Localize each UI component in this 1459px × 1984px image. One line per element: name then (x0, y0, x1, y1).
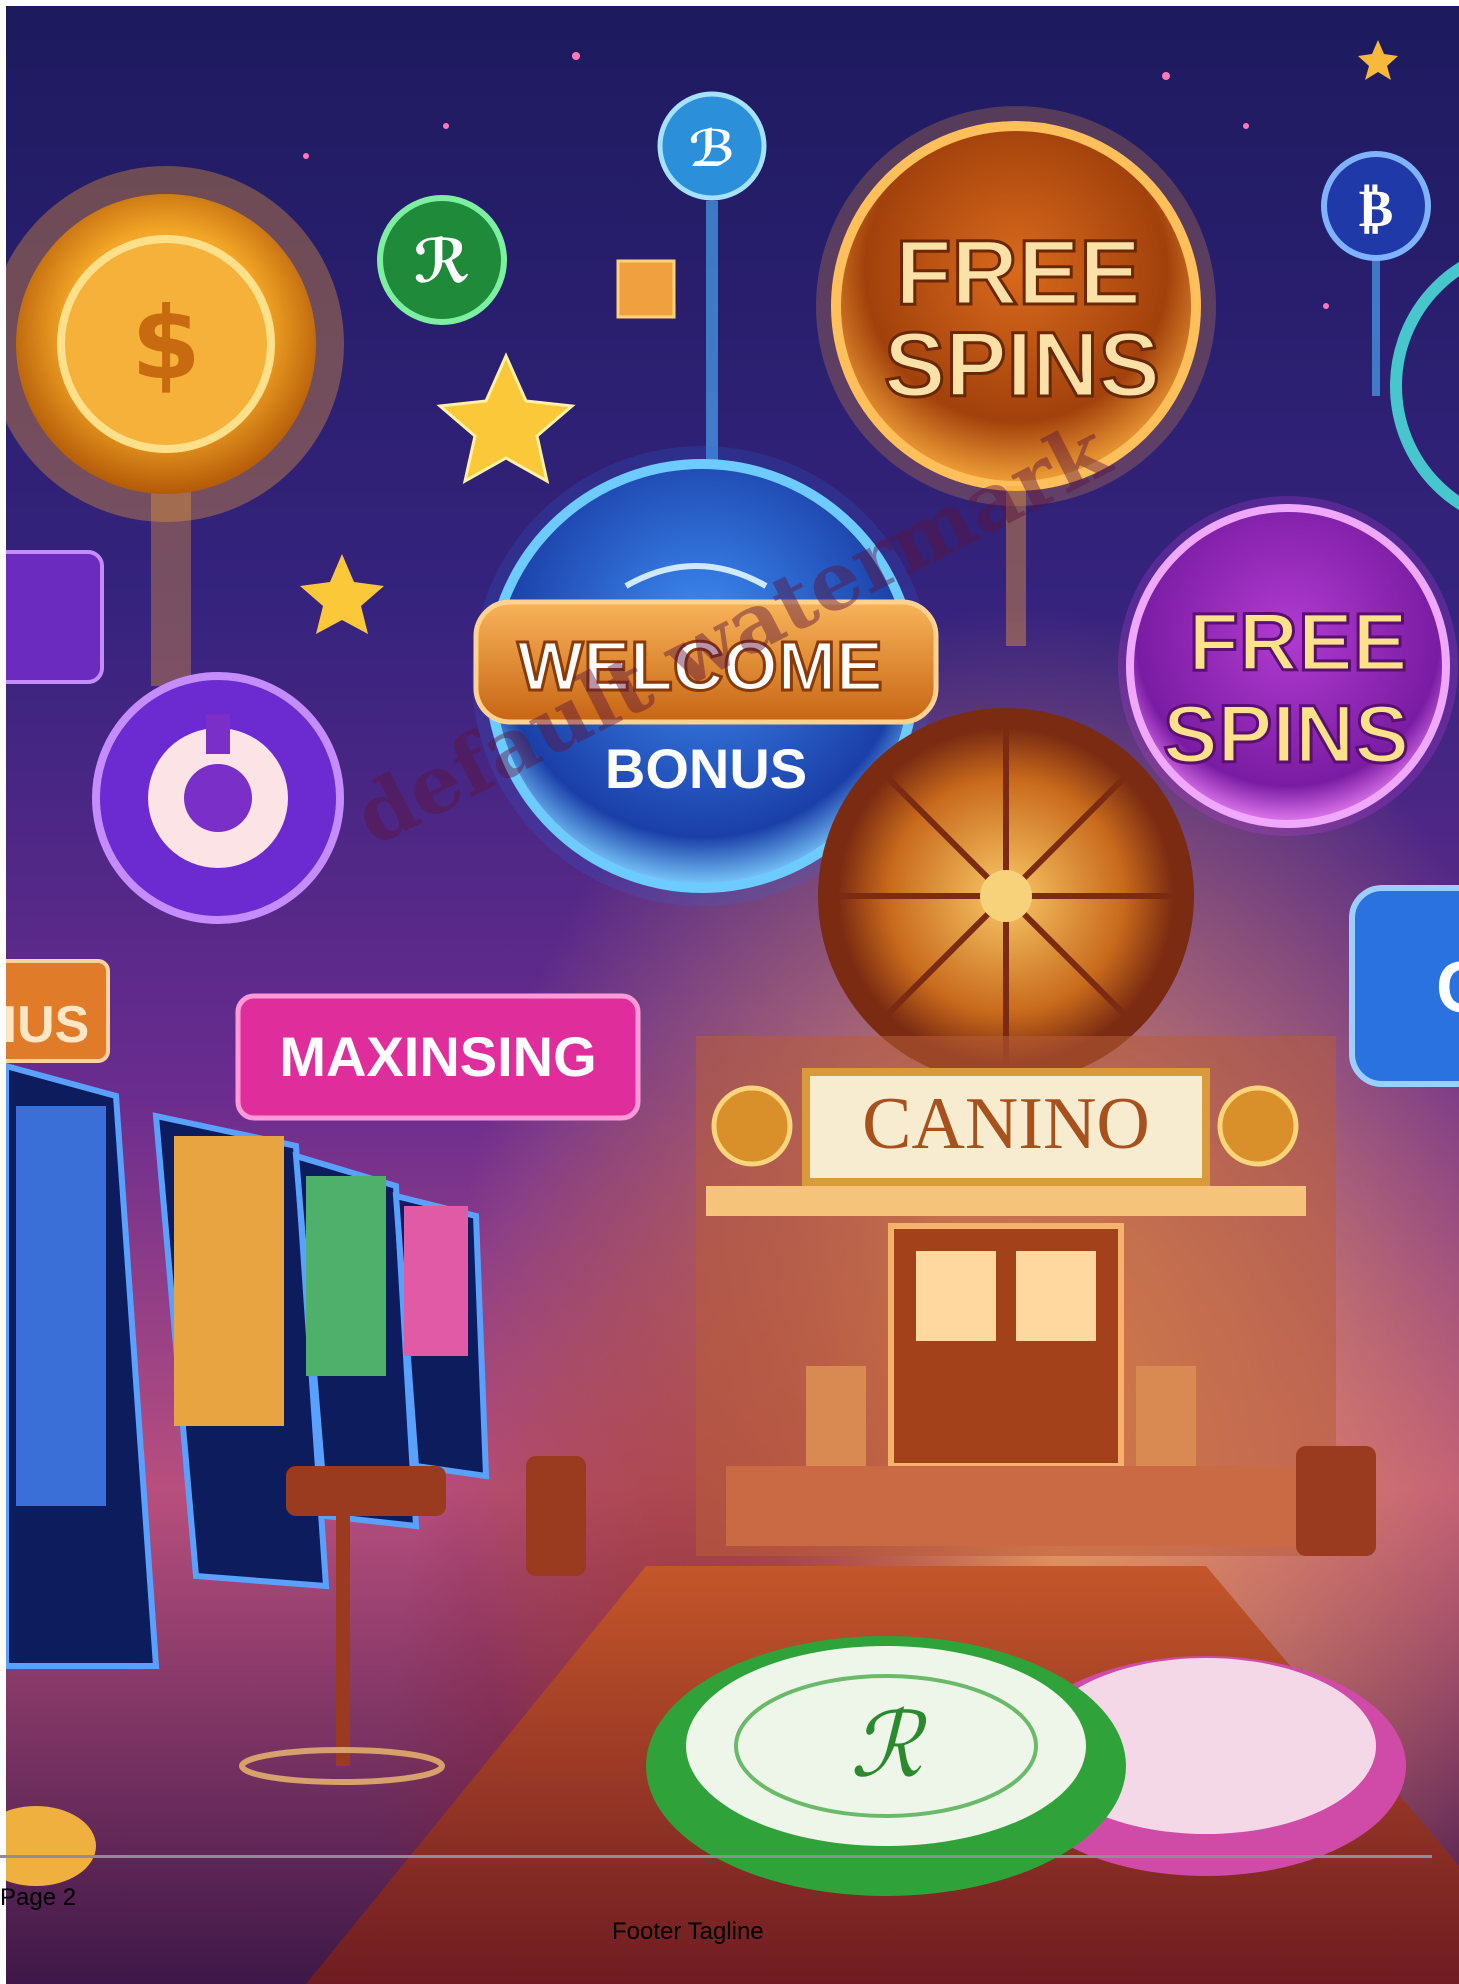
teal-ring-icon (1390, 261, 1459, 511)
left-edge-sign-text: IUS (6, 996, 89, 1054)
free-spins-top-line2: SPINS (884, 314, 1160, 416)
svg-text:ℛ: ℛ (414, 227, 470, 297)
star-icon (300, 554, 384, 634)
free-spins-right-line1: FREE (1189, 597, 1408, 688)
free-spins-top-line1: FREE (895, 222, 1140, 324)
gold-coins-icon (6, 1806, 96, 1886)
casino-poster-image: $ ℛ ℬ ₿ ℛ FREE SPINS FREE SPINS WELCOME … (6, 6, 1459, 1984)
svg-text:ℬ: ℬ (689, 120, 735, 178)
canino-text: CANINO (862, 1083, 1150, 1165)
poster-illustration: $ ℛ ℬ ₿ ℛ FREE SPINS FREE SPINS WELCOME … (6, 40, 1459, 1984)
green-badge-icon: ℛ (377, 195, 507, 325)
svg-text:₿: ₿ (1359, 179, 1394, 239)
life-ring-badge-icon (92, 672, 344, 924)
bonus-text: BONUS (605, 737, 807, 800)
maxinsing-text: MAXINSING (279, 1025, 596, 1088)
purple-tag (6, 550, 104, 684)
page-number: Page 2 (0, 1884, 77, 1911)
right-edge-sign-text: C (1436, 948, 1459, 1028)
welcome-text: WELCOME (517, 627, 883, 705)
star-icon (1358, 40, 1398, 80)
footer-tagline: Footer Tagline (612, 1918, 764, 1945)
roulette-wheel-icon (818, 708, 1194, 1084)
footer-divider (0, 1855, 1432, 1858)
svg-text:$: $ (131, 285, 201, 402)
gift-box-icon (616, 259, 676, 319)
svg-text:ℛ: ℛ (850, 1693, 928, 1798)
star-icon (436, 352, 576, 484)
slot-machines (6, 1062, 490, 1669)
coin-badge-icon: ₿ (1321, 151, 1431, 396)
free-spins-right-line2: SPINS (1163, 689, 1409, 780)
